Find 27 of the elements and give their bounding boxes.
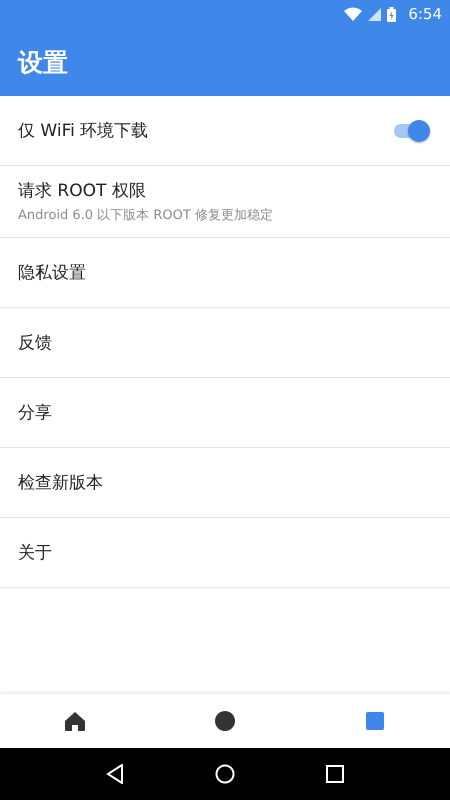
home-icon[interactable] [64,710,86,732]
setting-title: 反馈 [18,332,52,354]
settings-item[interactable]: 请求 ROOT 权限 Android 6.0 以下版本 ROOT 修复更加稳定 [0,166,450,238]
circle-icon[interactable] [214,710,236,732]
setting-subtitle: Android 6.0 以下版本 ROOT 修复更加稳定 [18,207,273,224]
status-time: 6:54 [408,5,442,23]
setting-title: 仅 WiFi 环境下载 [18,120,148,142]
setting-title: 请求 ROOT 权限 [18,180,147,202]
settings-item[interactable]: 隐私设置 [0,238,450,308]
battery-icon [387,6,396,22]
settings-item[interactable]: 关于 [0,518,450,588]
setting-title: 检查新版本 [18,472,103,494]
signal-icon [368,8,382,20]
setting-title: 关于 [18,542,52,564]
setting-title: 隐私设置 [18,262,86,284]
setting-title: 分享 [18,402,52,424]
square-icon[interactable] [365,711,385,731]
settings-item[interactable]: 检查新版本 [0,448,450,518]
recents-icon[interactable] [326,765,344,783]
wifi-icon [344,7,362,21]
settings-item[interactable]: 仅 WiFi 环境下载 [0,96,450,166]
app-bar-title: 设置 [18,46,68,78]
settings-item[interactable]: 分享 [0,378,450,448]
toggle-switch[interactable] [394,118,430,142]
home-button-icon[interactable] [214,764,235,784]
settings-item[interactable]: 反馈 [0,308,450,378]
back-icon[interactable] [106,764,124,784]
